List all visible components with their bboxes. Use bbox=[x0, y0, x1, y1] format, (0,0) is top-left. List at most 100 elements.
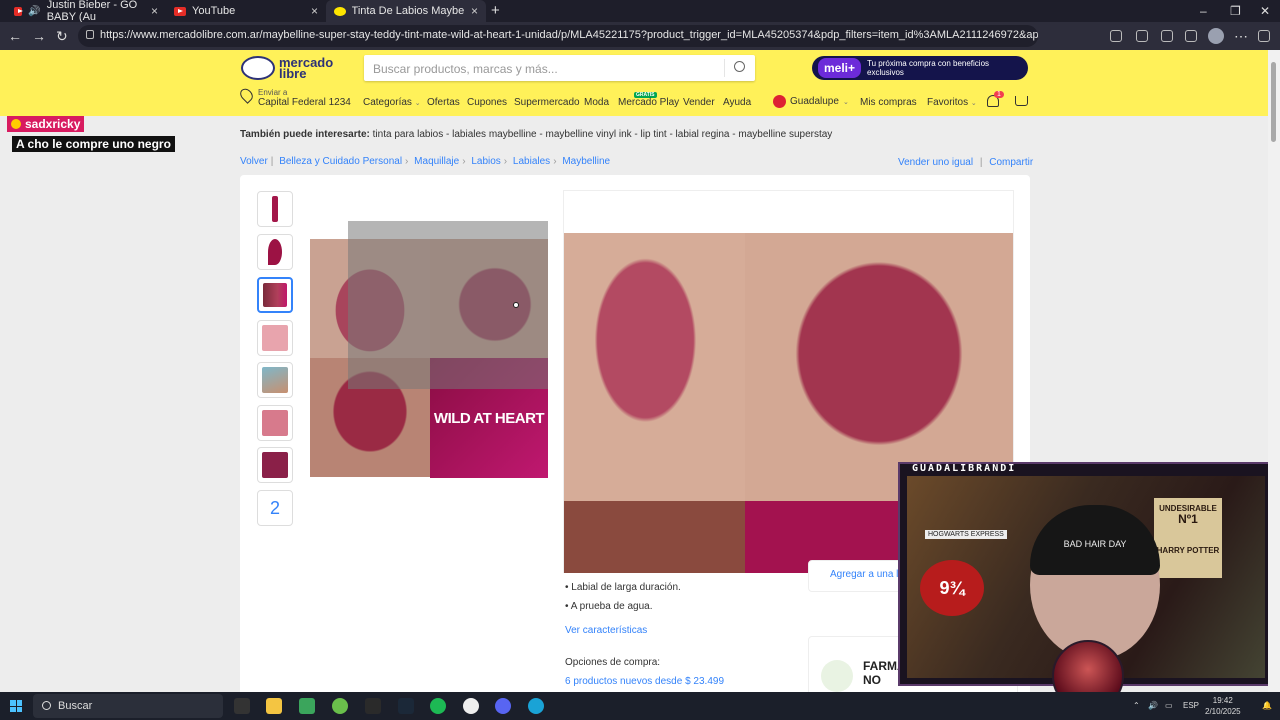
thumbnail-7[interactable] bbox=[257, 447, 293, 483]
menu-supermercado[interactable]: Supermercado bbox=[514, 97, 580, 108]
task-view-icon[interactable] bbox=[234, 698, 250, 714]
menu-moda[interactable]: Moda bbox=[584, 97, 609, 108]
clock-time: 19:42 bbox=[1212, 696, 1233, 705]
thumbnail-6[interactable] bbox=[257, 405, 293, 441]
thumbnail-more[interactable]: 2 bbox=[257, 490, 293, 526]
youtube-icon bbox=[174, 6, 186, 16]
volume-icon[interactable]: 🔊 bbox=[1148, 701, 1158, 710]
chevron-down-icon: ⌄ bbox=[842, 98, 849, 106]
split-screen-icon[interactable] bbox=[1136, 30, 1148, 42]
favorites-icon[interactable] bbox=[1161, 30, 1173, 42]
extensions-icon[interactable] bbox=[1110, 30, 1122, 42]
spotify-icon[interactable] bbox=[430, 698, 446, 714]
tab-justin-bieber[interactable]: 🔊 Justin Bieber - GO BABY (Au × bbox=[6, 0, 166, 23]
screen: 🔊 Justin Bieber - GO BABY (Au × YouTube … bbox=[0, 0, 1280, 720]
chevron-right-icon: › bbox=[462, 156, 466, 167]
sell-same-link[interactable]: Vender uno igual bbox=[898, 157, 973, 168]
breadcrumb-item[interactable]: Belleza y Cuidado Personal bbox=[279, 156, 402, 167]
breadcrumb-item[interactable]: Labiales bbox=[513, 156, 550, 167]
related-links[interactable]: tinta para labios - labiales maybelline … bbox=[373, 129, 833, 140]
network-icon[interactable]: ▭ bbox=[1165, 701, 1173, 710]
menu-mis-compras[interactable]: Mis compras bbox=[860, 97, 917, 108]
menu-ofertas[interactable]: Ofertas bbox=[427, 97, 460, 108]
thumbnail-2[interactable] bbox=[257, 234, 293, 270]
logo-text: mercado libre bbox=[279, 56, 333, 80]
maximize-icon[interactable]: ❐ bbox=[1230, 4, 1241, 18]
tab-label: Justin Bieber - GO BABY (Au bbox=[46, 0, 138, 23]
platform-sign: 9¾ bbox=[920, 560, 984, 616]
browser-essentials-icon[interactable] bbox=[1185, 30, 1197, 42]
search-icon bbox=[42, 701, 51, 710]
back-icon[interactable]: ← bbox=[8, 28, 22, 44]
close-window-icon[interactable]: ✕ bbox=[1260, 4, 1270, 18]
minimize-icon[interactable]: – bbox=[1200, 4, 1207, 18]
breadcrumb-item[interactable]: Maybelline bbox=[562, 156, 610, 167]
share-link[interactable]: Compartir bbox=[989, 157, 1033, 168]
chat-message: A cho le compre uno negro bbox=[12, 136, 175, 152]
new-tab-button[interactable]: + bbox=[491, 2, 500, 19]
breadcrumb-item[interactable]: Maquillaje bbox=[414, 156, 459, 167]
hogwarts-sign: HOGWARTS EXPRESS bbox=[925, 530, 1007, 539]
steam-icon[interactable] bbox=[398, 698, 414, 714]
thumbnail-4[interactable] bbox=[257, 320, 293, 356]
close-icon[interactable]: × bbox=[151, 4, 158, 18]
breadcrumb-item[interactable]: Labios bbox=[471, 156, 500, 167]
tab-mercadolibre[interactable]: Tinta De Labios Maybelline Super × bbox=[326, 0, 486, 22]
obs-icon[interactable] bbox=[463, 698, 479, 714]
copilot-icon[interactable] bbox=[1258, 30, 1270, 42]
lipstick-tube-image bbox=[272, 196, 278, 222]
search-icon[interactable] bbox=[734, 61, 745, 72]
lips-collage-image bbox=[263, 283, 287, 307]
thumbnail-5[interactable] bbox=[257, 362, 293, 398]
mercadolibre-logo[interactable]: mercado libre bbox=[241, 56, 333, 80]
notifications-icon[interactable]: 🔔 bbox=[1262, 701, 1272, 710]
breadcrumb: Volver | Belleza y Cuidado Personal › Maqu… bbox=[240, 156, 610, 167]
discord-icon[interactable] bbox=[495, 698, 511, 714]
chevron-up-icon[interactable]: ⌃ bbox=[1133, 701, 1140, 710]
menu-categorias[interactable]: Categorías ⌄ bbox=[363, 97, 421, 108]
menu-favoritos[interactable]: Favoritos ⌄ bbox=[927, 97, 977, 108]
meli-plus-pill: meli+ bbox=[818, 58, 862, 78]
menu-cupones[interactable]: Cupones bbox=[467, 97, 507, 108]
search-input[interactable]: Buscar productos, marcas y más... bbox=[364, 55, 755, 81]
forward-icon[interactable]: → bbox=[32, 28, 46, 44]
windows-start-icon[interactable] bbox=[10, 700, 22, 712]
close-icon[interactable]: × bbox=[311, 4, 318, 18]
handshake-icon bbox=[241, 56, 275, 80]
taskbar-search[interactable]: Buscar bbox=[33, 694, 223, 718]
thumbnail-1[interactable] bbox=[257, 191, 293, 227]
language-indicator[interactable]: ESP bbox=[1183, 701, 1199, 710]
epic-games-icon[interactable] bbox=[365, 698, 381, 714]
shades-chart-image bbox=[262, 325, 288, 351]
page-scrollbar[interactable] bbox=[1268, 50, 1280, 692]
xbox-icon[interactable] bbox=[332, 698, 348, 714]
thumbnail-3-selected[interactable] bbox=[257, 277, 293, 313]
chat-username: sadxricky bbox=[25, 117, 81, 131]
user-menu[interactable]: Guadalupe ⌄ bbox=[773, 95, 849, 108]
scrollbar-thumb[interactable] bbox=[1271, 62, 1276, 142]
menu-mercado-play[interactable]: Mercado Play bbox=[618, 97, 679, 108]
feature-item: A prueba de agua. bbox=[565, 601, 681, 612]
notification-badge: 1 bbox=[994, 91, 1004, 98]
menu-ayuda[interactable]: Ayuda bbox=[723, 97, 751, 108]
see-features-link[interactable]: Ver características bbox=[565, 625, 647, 636]
tab-youtube[interactable]: YouTube × bbox=[166, 0, 326, 22]
zoom-lips-bottom bbox=[564, 501, 745, 573]
edge-icon[interactable] bbox=[528, 698, 544, 714]
new-products-link[interactable]: 6 productos nuevos desde $ 23.499 bbox=[565, 676, 724, 687]
meli-plus-banner[interactable]: meli+ Tu próxima compra con beneficios e… bbox=[812, 56, 1028, 80]
related-label: También puede interesarte: bbox=[240, 129, 370, 140]
profile-avatar[interactable] bbox=[1208, 28, 1224, 44]
minecraft-icon[interactable] bbox=[299, 698, 315, 714]
chat-username-badge: sadxricky bbox=[7, 116, 85, 132]
breadcrumb-back[interactable]: Volver bbox=[240, 156, 268, 167]
poster-name: HARRY POTTER bbox=[1156, 546, 1220, 555]
menu-vender[interactable]: Vender bbox=[683, 97, 715, 108]
refresh-icon[interactable]: ↻ bbox=[56, 28, 68, 45]
file-explorer-icon[interactable] bbox=[266, 698, 282, 714]
more-icon[interactable]: ⋯ bbox=[1234, 28, 1248, 45]
close-icon[interactable]: × bbox=[471, 4, 478, 18]
url-field[interactable]: https://www.mercadolibre.com.ar/maybelli… bbox=[78, 25, 1038, 47]
cart-icon[interactable] bbox=[1015, 96, 1028, 106]
clock[interactable]: 19:42 2/10/2025 bbox=[1205, 695, 1241, 717]
